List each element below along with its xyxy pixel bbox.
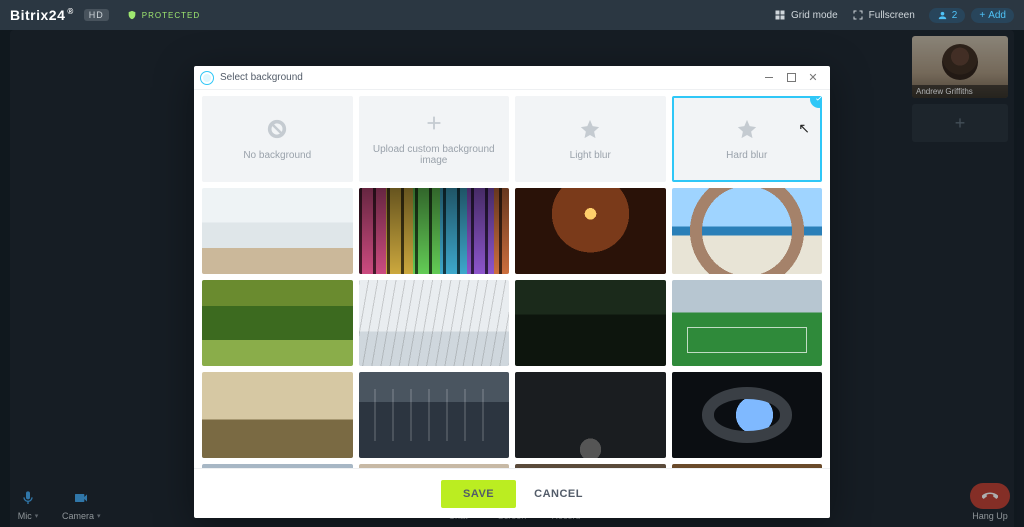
bg-thumb-escalator[interactable] bbox=[515, 372, 666, 458]
brand-logo: Bitrix24® bbox=[10, 7, 74, 23]
option-hard-blur[interactable]: ↖ Hard blur bbox=[672, 96, 823, 182]
modal-body: No background Upload custom background i… bbox=[194, 90, 830, 468]
bg-thumb-neon-bar[interactable] bbox=[359, 188, 510, 274]
modal-header: Select background ✕ bbox=[194, 66, 830, 90]
bg-thumb-space[interactable] bbox=[672, 372, 823, 458]
participant-count[interactable]: 2 bbox=[929, 8, 966, 23]
option-light-blur[interactable]: Light blur bbox=[515, 96, 666, 182]
brand-name: Bitrix24 bbox=[10, 7, 65, 23]
fullscreen-icon bbox=[852, 9, 864, 21]
star-icon bbox=[736, 118, 758, 140]
grid-mode-label: Grid mode bbox=[791, 10, 838, 21]
protected-badge: PROTECTED bbox=[127, 10, 200, 20]
shield-icon bbox=[127, 10, 137, 20]
grid-mode-button[interactable]: Grid mode bbox=[774, 9, 838, 21]
option-no-background[interactable]: No background bbox=[202, 96, 353, 182]
option-upload[interactable]: Upload custom background image bbox=[359, 96, 510, 182]
bg-thumb-living-room[interactable] bbox=[202, 188, 353, 274]
bg-thumb-more[interactable] bbox=[202, 464, 353, 468]
participant-number: 2 bbox=[952, 10, 958, 21]
protected-label: PROTECTED bbox=[142, 11, 200, 20]
bg-thumb-more[interactable] bbox=[672, 464, 823, 468]
plus-icon bbox=[423, 112, 445, 134]
topbar: Bitrix24® HD PROTECTED Grid mode Fullscr… bbox=[0, 0, 1024, 30]
bg-thumb-snow-forest[interactable] bbox=[359, 280, 510, 366]
star-icon bbox=[579, 118, 601, 140]
ban-icon bbox=[266, 118, 288, 140]
option-label: Light blur bbox=[570, 150, 611, 161]
save-button[interactable]: SAVE bbox=[441, 480, 516, 508]
close-button[interactable]: ✕ bbox=[802, 68, 824, 88]
bg-thumb-more[interactable] bbox=[359, 464, 510, 468]
cursor-icon: ↖ bbox=[798, 120, 810, 137]
bg-thumb-stadium[interactable] bbox=[672, 280, 823, 366]
hd-badge: HD bbox=[84, 9, 109, 21]
bg-thumb-greenhouse[interactable] bbox=[515, 280, 666, 366]
maximize-button[interactable] bbox=[780, 68, 802, 88]
modal-title: Select background bbox=[220, 72, 303, 83]
bg-thumb-beach-arch[interactable] bbox=[672, 188, 823, 274]
option-label: Upload custom background image bbox=[359, 144, 510, 166]
bg-thumb-subway[interactable] bbox=[359, 372, 510, 458]
modal-overlay[interactable]: Select background ✕ No background Upload… bbox=[0, 30, 1024, 527]
background-grid: No background Upload custom background i… bbox=[202, 96, 822, 468]
check-icon bbox=[810, 96, 822, 108]
bg-thumb-park[interactable] bbox=[202, 280, 353, 366]
person-icon bbox=[937, 10, 948, 21]
bg-thumb-safari[interactable] bbox=[202, 372, 353, 458]
app-icon bbox=[200, 71, 214, 85]
add-label: Add bbox=[988, 10, 1006, 21]
option-label: Hard blur bbox=[726, 150, 767, 161]
add-participant-button[interactable]: + Add bbox=[971, 8, 1014, 23]
cancel-button[interactable]: CANCEL bbox=[534, 488, 583, 500]
fullscreen-label: Fullscreen bbox=[869, 10, 915, 21]
grid-icon bbox=[774, 9, 786, 21]
bg-thumb-more[interactable] bbox=[515, 464, 666, 468]
plus-icon: + bbox=[979, 10, 985, 21]
fullscreen-button[interactable]: Fullscreen bbox=[852, 9, 915, 21]
option-label: No background bbox=[243, 150, 311, 161]
bg-thumb-brick-room[interactable] bbox=[515, 188, 666, 274]
minimize-button[interactable] bbox=[758, 68, 780, 88]
select-background-modal: Select background ✕ No background Upload… bbox=[194, 66, 830, 518]
modal-footer: SAVE CANCEL bbox=[194, 468, 830, 518]
